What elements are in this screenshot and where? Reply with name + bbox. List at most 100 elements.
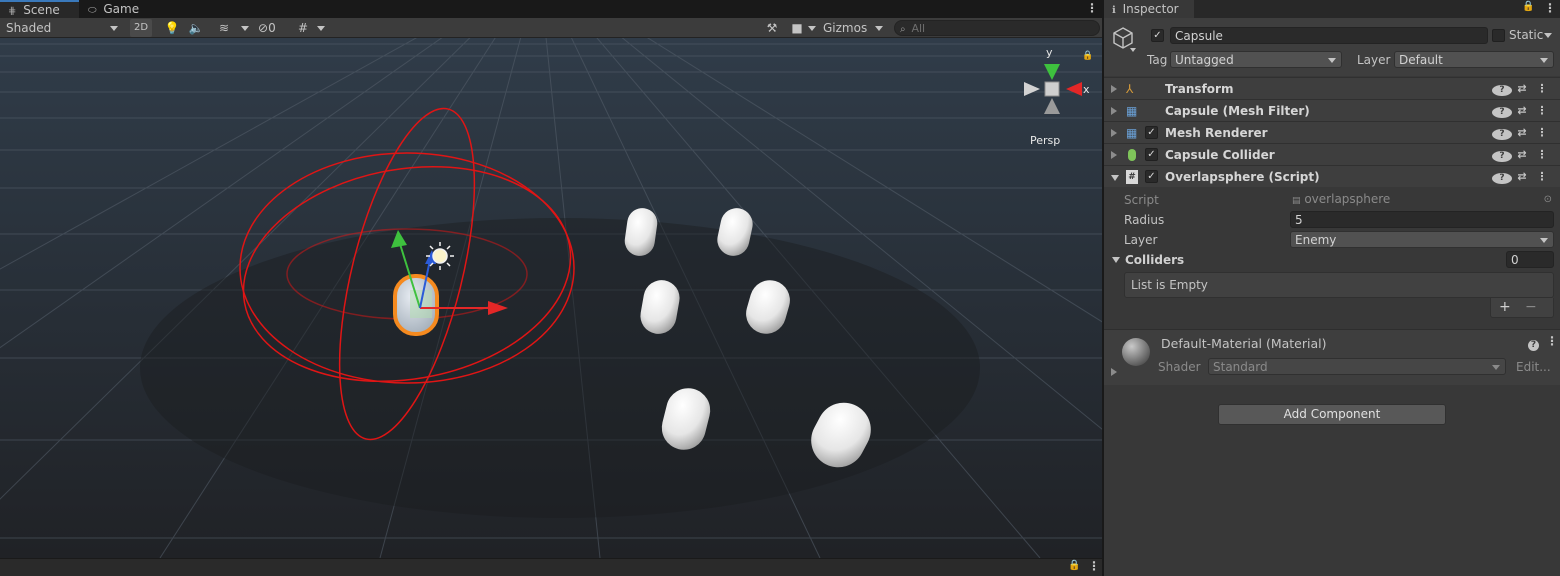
hidden-objects-toggle[interactable]: ⊘0 (258, 19, 288, 37)
mode-2d-button[interactable]: 2D (130, 19, 152, 37)
info-icon: ℹ (1112, 5, 1116, 16)
help-icon[interactable]: ? (1492, 100, 1512, 122)
presets-icon[interactable]: ⇄ (1512, 144, 1532, 166)
script-value: overlapsphere (1304, 192, 1391, 206)
scene-viewport[interactable]: y x Persp 🔒 (0, 38, 1102, 558)
material-section: Default-Material (Material) Shader Stand… (1104, 329, 1560, 385)
component-menu-icon[interactable]: ⋮ (1532, 122, 1552, 144)
colliders-size-field[interactable]: 0 (1506, 251, 1554, 268)
material-menu-icon[interactable]: ⋮ (1546, 334, 1558, 348)
tag-dropdown[interactable]: Untagged (1170, 51, 1342, 68)
static-dropdown-icon[interactable] (1544, 33, 1552, 38)
chevron-down-icon[interactable] (1130, 48, 1136, 52)
static-checkbox[interactable] (1492, 29, 1505, 42)
shader-edit-button[interactable]: Edit... (1516, 360, 1551, 374)
gizmo-projection[interactable]: Persp (1030, 134, 1060, 147)
effects-toggle-icon[interactable]: ≋ (212, 19, 236, 37)
tab-scene[interactable]: ⋕ Scene (0, 0, 79, 18)
object-name-field[interactable]: Capsule (1170, 27, 1488, 44)
presets-icon[interactable]: ⇄ (1512, 166, 1532, 188)
component-actions: ? ⇄ ⋮ (1492, 78, 1552, 100)
shader-dropdown[interactable]: Standard (1208, 358, 1506, 375)
foldout-arrow-icon[interactable] (1111, 175, 1119, 181)
mesh-renderer-icon: ▦ (1126, 126, 1138, 140)
component-enabled-checkbox[interactable]: ✓ (1145, 170, 1158, 183)
tools-icon[interactable]: ⚒ (762, 19, 782, 37)
presets-icon[interactable]: ⇄ (1512, 78, 1532, 100)
help-icon[interactable]: ? (1492, 78, 1512, 100)
lock-icon[interactable]: 🔒 (1082, 50, 1093, 61)
foldout-arrow-icon[interactable] (1111, 129, 1117, 137)
foldout-arrow-icon[interactable] (1111, 151, 1117, 159)
shader-label: Shader (1158, 360, 1201, 374)
shading-mode-dropdown[interactable]: Shaded (4, 19, 122, 37)
shading-mode-label: Shaded (6, 21, 52, 35)
script-file-icon: ▤ (1292, 196, 1301, 206)
scene-footer: 🔒 ⋮ (0, 558, 1102, 576)
gizmos-dropdown-icon[interactable] (872, 19, 886, 37)
scene-toolbar: Shaded 2D 💡 🔈 ≋ ⊘0 # ⚒ ■ Gizmos ⌕ All (0, 18, 1102, 38)
radius-field[interactable]: 5 (1290, 211, 1554, 228)
shader-value: Standard (1213, 360, 1268, 374)
audio-toggle-icon[interactable]: 🔈 (186, 19, 206, 37)
component-menu-icon[interactable]: ⋮ (1532, 166, 1552, 188)
layer-dropdown[interactable]: Default (1394, 51, 1554, 68)
scene-search-field[interactable]: ⌕ All (894, 20, 1100, 36)
tab-game[interactable]: ⬭ Game (80, 0, 145, 18)
scene-panel: ⋕ Scene ⬭ Game ⋮ Shaded 2D 💡 🔈 ≋ ⊘0 # ⚒ … (0, 0, 1102, 576)
selected-capsule[interactable] (393, 274, 439, 336)
presets-icon[interactable]: ⇄ (1512, 100, 1532, 122)
component-name: Mesh Renderer (1165, 126, 1268, 140)
component-name: Transform (1165, 82, 1234, 96)
help-icon[interactable]: ? (1492, 122, 1512, 144)
footer-menu-icon[interactable]: ⋮ (1088, 559, 1100, 573)
object-header: ✓ Capsule Static Tag Untagged Layer Defa… (1104, 18, 1560, 76)
object-active-checkbox[interactable]: ✓ (1151, 29, 1164, 42)
tab-game-label: Game (103, 2, 140, 16)
lighting-toggle-icon[interactable]: 💡 (162, 19, 182, 37)
gizmos-button[interactable]: Gizmos (820, 19, 870, 37)
script-reference-field[interactable]: ▤ overlapsphere ⊙ (1292, 191, 1554, 208)
inspector-menu-icon[interactable]: ⋮ (1544, 0, 1556, 16)
footer-lock-icon[interactable]: 🔒 (1068, 560, 1080, 571)
component-enabled-checkbox[interactable]: ✓ (1145, 148, 1158, 161)
camera-dropdown-icon[interactable] (806, 19, 818, 37)
component-overlapsphere-script[interactable]: # ✓ Overlapsphere (Script) ? ⇄ ⋮ (1104, 165, 1560, 187)
remove-element-button[interactable]: − (1525, 299, 1537, 315)
camera-icon[interactable]: ■ (788, 19, 806, 37)
script-icon: # (1126, 170, 1138, 184)
tab-inspector[interactable]: ℹ Inspector (1104, 0, 1194, 18)
chevron-down-icon (1540, 58, 1548, 63)
object-picker-icon[interactable]: ⊙ (1544, 191, 1552, 208)
colliders-foldout-icon[interactable] (1112, 257, 1120, 263)
component-menu-icon[interactable]: ⋮ (1532, 78, 1552, 100)
colliders-list-box: List is Empty (1124, 272, 1554, 298)
foldout-arrow-icon[interactable] (1111, 85, 1117, 93)
component-mesh-filter[interactable]: ▦ Capsule (Mesh Filter) ? ⇄ ⋮ (1104, 99, 1560, 121)
add-element-button[interactable]: + (1499, 299, 1511, 315)
component-menu-icon[interactable]: ⋮ (1532, 144, 1552, 166)
grid-toggle-icon[interactable]: # (292, 19, 314, 37)
scene-tabbar: ⋕ Scene ⬭ Game ⋮ (0, 0, 1102, 18)
layer-value: Default (1399, 53, 1443, 67)
scene-tab-menu-icon[interactable]: ⋮ (1086, 0, 1098, 18)
foldout-arrow-icon[interactable] (1111, 368, 1117, 376)
component-mesh-renderer[interactable]: ▦ ✓ Mesh Renderer ? ⇄ ⋮ (1104, 121, 1560, 143)
material-help-icon[interactable]: ? (1528, 336, 1539, 351)
component-capsule-collider[interactable]: ✓ Capsule Collider ? ⇄ ⋮ (1104, 143, 1560, 165)
component-enabled-checkbox[interactable]: ✓ (1145, 126, 1158, 139)
component-menu-icon[interactable]: ⋮ (1532, 100, 1552, 122)
foldout-arrow-icon[interactable] (1111, 107, 1117, 115)
help-icon[interactable]: ? (1492, 166, 1512, 188)
presets-icon[interactable]: ⇄ (1512, 122, 1532, 144)
layer-mask-dropdown[interactable]: Enemy (1290, 231, 1554, 248)
help-icon[interactable]: ? (1492, 144, 1512, 166)
grid-dropdown-icon[interactable] (314, 19, 328, 37)
effects-dropdown-icon[interactable] (238, 19, 252, 37)
component-name: Capsule Collider (1165, 148, 1275, 162)
component-transform[interactable]: ⅄ Transform ? ⇄ ⋮ (1104, 77, 1560, 99)
inspector-lock-icon[interactable]: 🔒 (1522, 1, 1534, 12)
add-component-button[interactable]: Add Component (1218, 404, 1446, 425)
hidden-count: 0 (268, 21, 276, 35)
gizmo-axis-y: y (1046, 46, 1053, 59)
